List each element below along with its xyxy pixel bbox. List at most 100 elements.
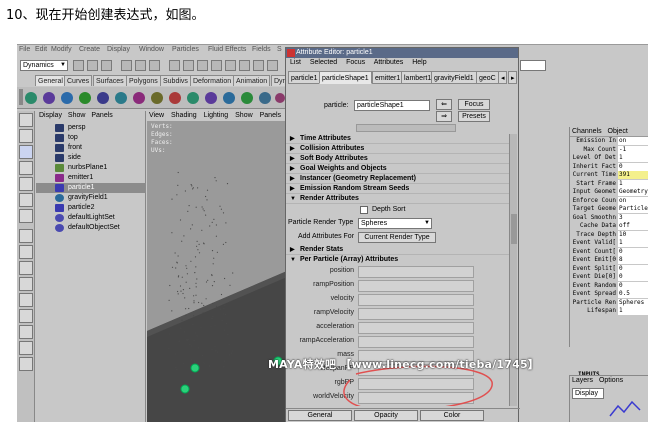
color-button[interactable]: Color (420, 410, 484, 421)
layout-single-icon[interactable] (19, 229, 33, 243)
channel-row[interactable]: Start Frame 1 (570, 179, 648, 189)
general-button[interactable]: General (288, 410, 352, 421)
viewport-menu-view[interactable]: View (149, 112, 164, 119)
menu-display[interactable]: Display (107, 46, 130, 53)
layer-display-dropdown[interactable]: Display (572, 388, 604, 399)
section-per-particle[interactable]: ▼ Per Particle (Array) Attributes (286, 255, 510, 265)
channel-row[interactable]: Target Geome Particle (570, 205, 648, 214)
channel-row[interactable]: Input Geomet Geometry (570, 188, 648, 197)
shelf-tab-animation[interactable]: Animation (233, 75, 271, 86)
particle-name-field[interactable]: particleShape1 (354, 100, 430, 111)
outliner-item-gravityfield1[interactable]: gravityField1 (36, 193, 146, 203)
scrollbar-thumb[interactable] (511, 214, 517, 244)
channel-row[interactable]: Trace Depth 10 (570, 230, 648, 240)
channel-value[interactable]: 0 (618, 281, 648, 290)
menu-fields[interactable]: Fields (252, 46, 271, 53)
channel-row[interactable]: Inherit Fact 0 (570, 162, 648, 172)
shelf-tab-curves[interactable]: Curves (64, 75, 93, 86)
channel-row[interactable]: Enforce Coun on (570, 196, 648, 206)
channel-row[interactable]: Current Time 391 (570, 171, 648, 180)
object-menu[interactable]: Object (608, 128, 628, 135)
section-goal-weights-and-objects[interactable]: ▶ Goal Weights and Objects (286, 164, 510, 174)
channel-value[interactable]: 0 (618, 264, 648, 273)
menu-window[interactable]: Window (139, 46, 164, 53)
outliner-item-top[interactable]: top (36, 133, 146, 143)
shelf-tab-surfaces[interactable]: Surfaces (93, 75, 127, 86)
presets-button[interactable]: Presets (458, 111, 490, 122)
channel-value[interactable]: on (618, 196, 648, 205)
section-render-stats[interactable]: ▶ Render Stats (286, 245, 510, 255)
ae-menu-list[interactable]: List (290, 59, 301, 66)
pp-attr-field[interactable] (358, 308, 474, 320)
layers-menu[interactable]: Layers (572, 377, 593, 384)
outliner-menu-panels[interactable]: Panels (91, 112, 112, 119)
select-tool-icon[interactable] (19, 113, 33, 127)
viewport-menu-show[interactable]: Show (235, 112, 253, 119)
channel-row[interactable]: Event Spread 0.5 (570, 290, 648, 299)
shelf-tab-polygons[interactable]: Polygons (126, 75, 161, 86)
viewport-menu-shading[interactable]: Shading (171, 112, 197, 119)
pp-attr-field[interactable] (358, 336, 474, 348)
channel-value[interactable]: 1 (618, 154, 648, 162)
layout-outliner-icon[interactable] (19, 293, 33, 307)
channel-row[interactable]: Event Random 0 (570, 281, 648, 291)
channel-value[interactable]: 1 (618, 239, 648, 247)
outliner-item-particle2[interactable]: particle2 (36, 203, 146, 213)
layout-four-icon[interactable] (19, 245, 33, 259)
pp-attr-field[interactable] (358, 294, 474, 306)
tab-geoconnector[interactable]: geoC (476, 71, 499, 84)
lasso-tool-icon[interactable] (19, 129, 33, 143)
mask-icon[interactable] (225, 60, 236, 71)
channel-row[interactable]: Max Count -1 (570, 145, 648, 155)
new-scene-icon[interactable] (73, 60, 84, 71)
channel-row[interactable]: Event Die[0] 0 (570, 273, 648, 282)
goto-output-icon[interactable]: ⇒ (436, 111, 452, 122)
menu-modify[interactable]: Modify (51, 46, 72, 53)
paint-select-icon[interactable] (19, 145, 33, 159)
section-time-attributes[interactable]: ▶ Time Attributes (286, 134, 510, 144)
outliner-item-particle1[interactable]: particle1 (36, 183, 146, 193)
mask-icon[interactable] (239, 60, 250, 71)
channel-value[interactable]: -1 (618, 145, 648, 154)
tab-emitter1[interactable]: emitter1 (372, 71, 404, 84)
mask-icon[interactable] (211, 60, 222, 71)
outliner-item-side[interactable]: side (36, 153, 146, 163)
section-instancer-geometry-replacement-[interactable]: ▶ Instancer (Geometry Replacement) (286, 174, 510, 184)
channel-row[interactable]: Goal Smoothn 3 (570, 213, 648, 223)
options-menu[interactable]: Options (599, 377, 623, 384)
channel-value[interactable]: 0 (618, 247, 648, 256)
snap-icon[interactable] (253, 60, 264, 71)
layout-hypershade-icon[interactable] (19, 325, 33, 339)
channel-value[interactable]: Particle (618, 205, 648, 213)
tab-particleshape1[interactable]: particleShape1 (319, 71, 372, 84)
channel-value[interactable]: 1 (618, 179, 648, 188)
channel-value[interactable]: 0 (618, 273, 648, 281)
menu-edit[interactable]: Edit (35, 46, 47, 53)
render-type-dropdown[interactable]: Spheres ▼ (358, 218, 432, 229)
channel-value[interactable]: 10 (618, 230, 648, 239)
menu-s[interactable]: S (277, 46, 282, 53)
channel-row[interactable]: Event Count[0 (570, 247, 648, 257)
tab-particle1[interactable]: particle1 (288, 71, 321, 84)
select-object-icon[interactable] (135, 60, 146, 71)
ae-menu-attributes[interactable]: Attributes (374, 59, 404, 66)
layout-graph-icon[interactable] (19, 309, 33, 323)
outliner-item-front[interactable]: front (36, 143, 146, 153)
opacity-button[interactable]: Opacity (354, 410, 418, 421)
pp-attr-field[interactable] (358, 280, 474, 292)
viewport-menu-lighting[interactable]: Lighting (204, 112, 229, 119)
channel-value[interactable]: 0.5 (618, 290, 648, 298)
mode-dropdown[interactable]: Dynamics ▼ (20, 60, 68, 71)
select-component-icon[interactable] (149, 60, 160, 71)
section-collision-attributes[interactable]: ▶ Collision Attributes (286, 144, 510, 154)
tab-gravityfield1[interactable]: gravityField1 (431, 71, 477, 84)
channel-value[interactable]: 8 (618, 256, 648, 264)
channel-row[interactable]: Event Split[0 (570, 264, 648, 274)
menu-file[interactable]: File (19, 46, 30, 53)
channel-row[interactable]: Event Valid[1 (570, 239, 648, 248)
outliner-item-persp[interactable]: persp (36, 123, 146, 133)
mask-icon[interactable] (197, 60, 208, 71)
outliner-menu-display[interactable]: Display (39, 112, 62, 119)
channel-value[interactable]: on (618, 137, 648, 145)
menu-create[interactable]: Create (79, 46, 100, 53)
